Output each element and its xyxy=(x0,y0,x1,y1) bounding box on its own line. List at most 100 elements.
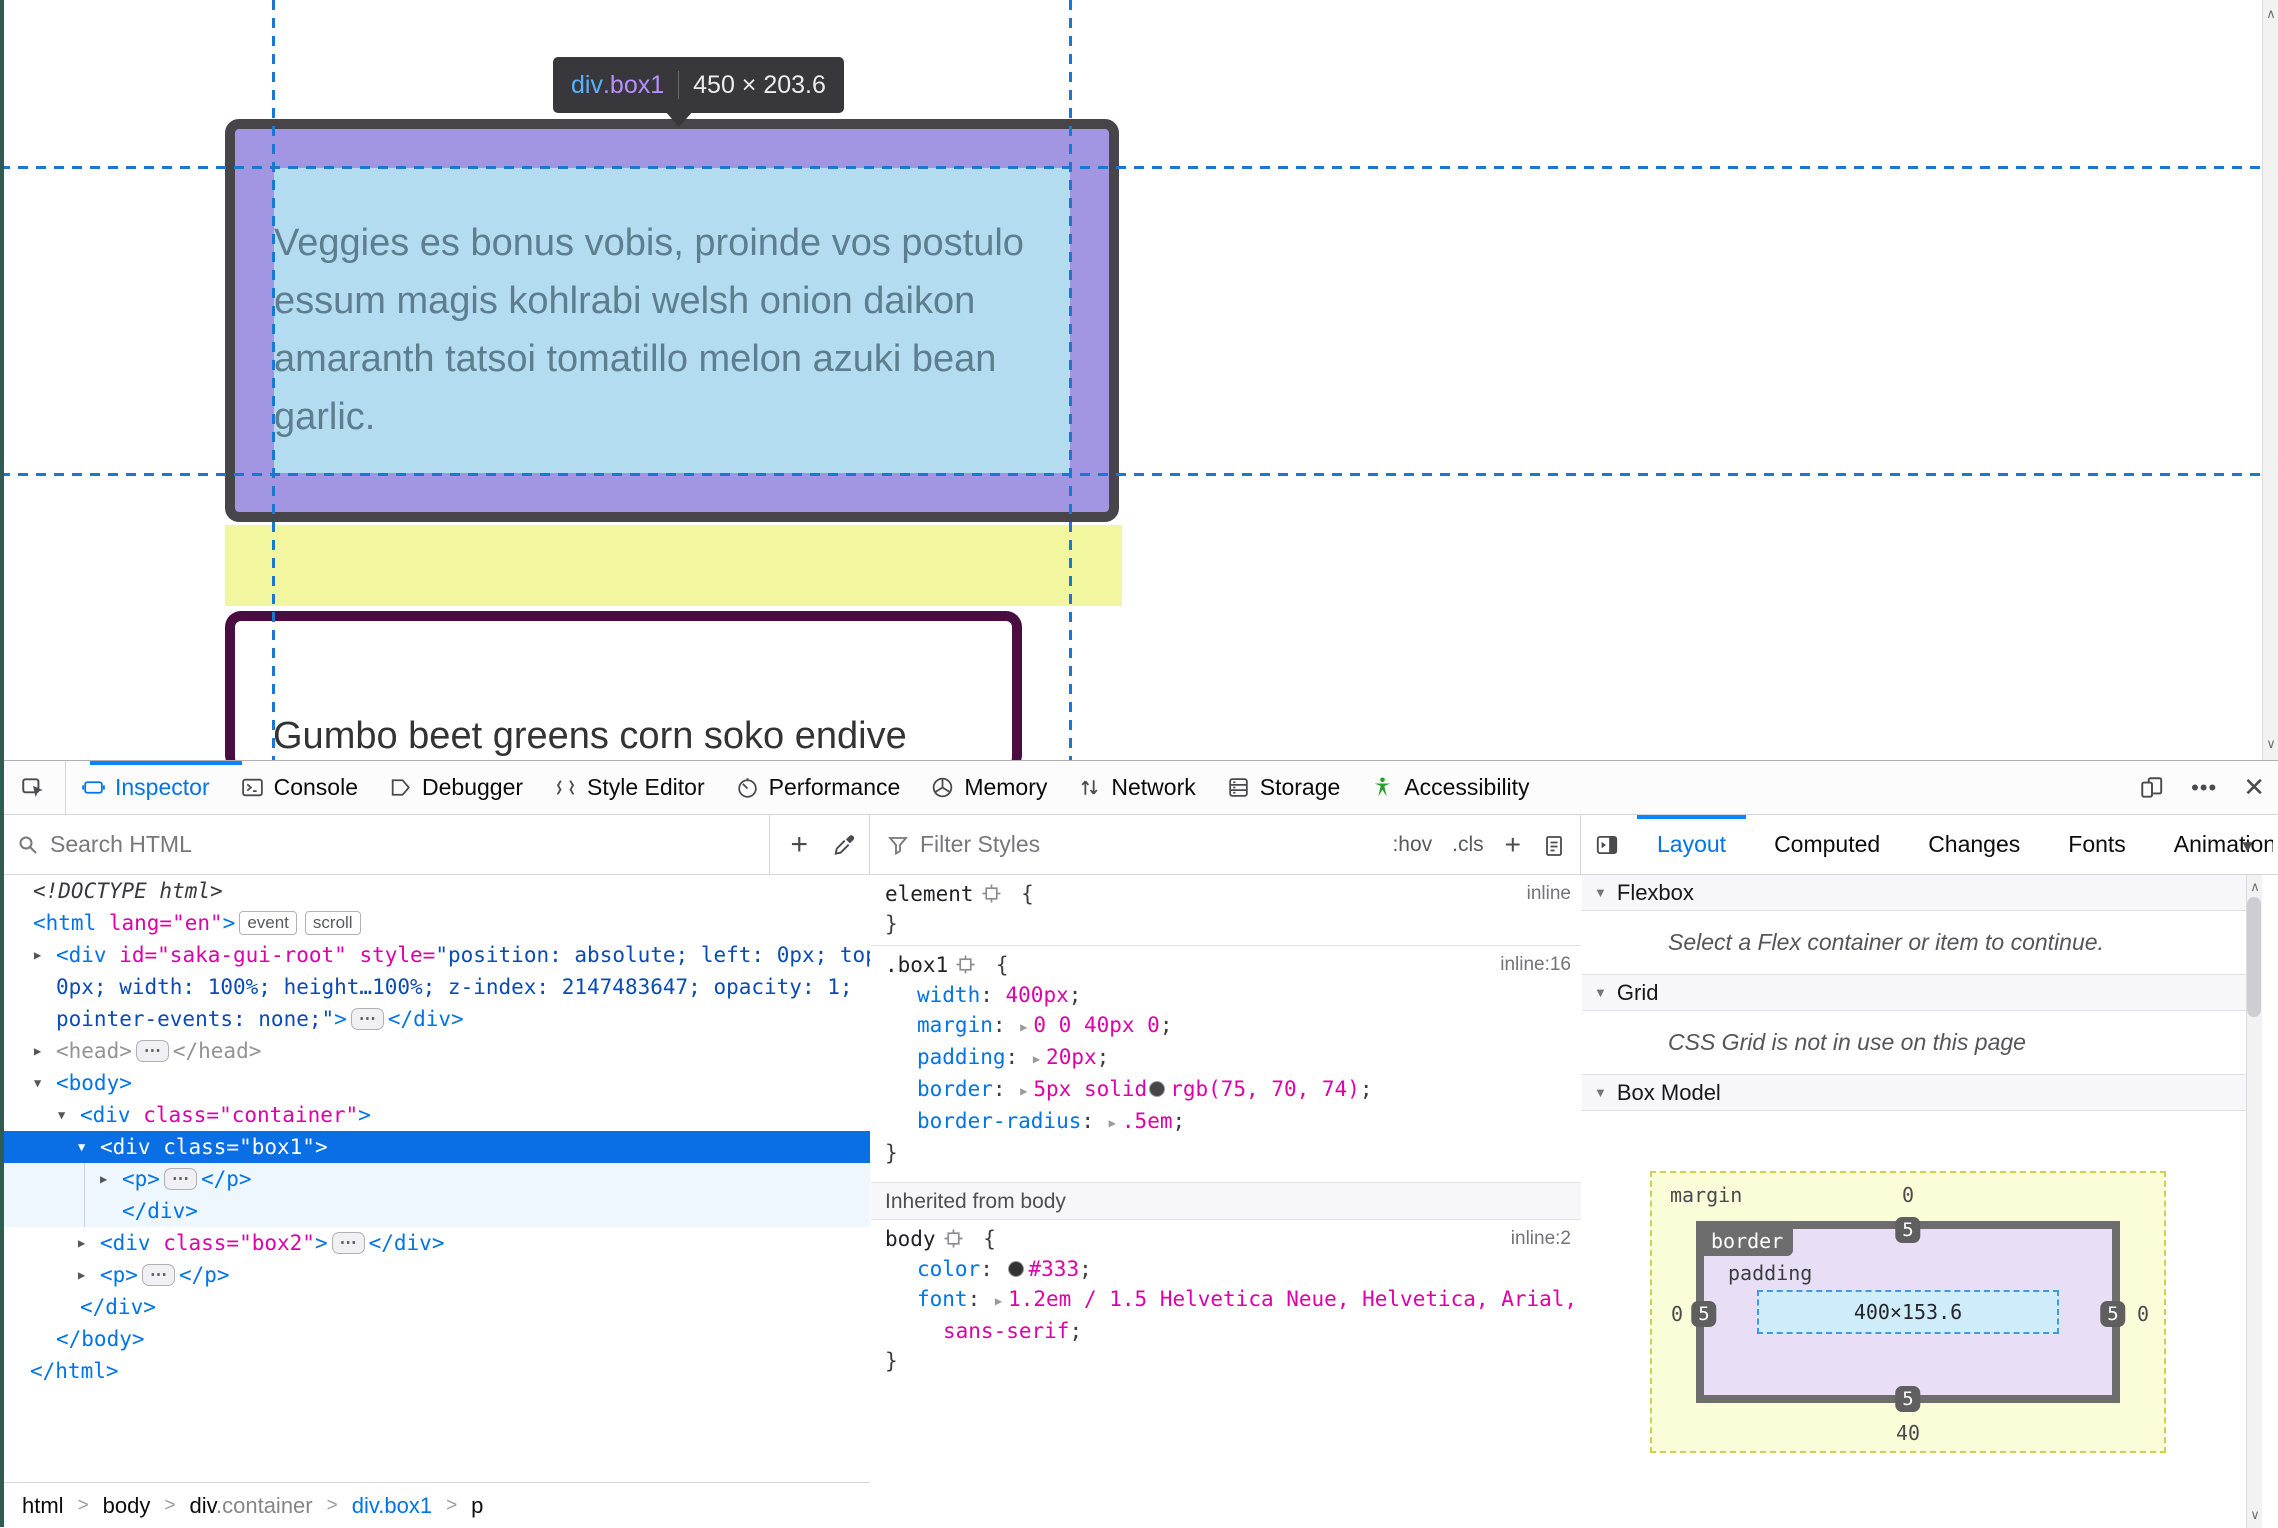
markup-row[interactable]: ▼ <body> xyxy=(0,1067,870,1099)
rule-row[interactable]: .box1 {inline:16 xyxy=(871,950,1581,980)
color-swatch[interactable] xyxy=(1149,1081,1166,1097)
boxmodel-margin-box[interactable]: margin 0 40 0 0 5 5 5 5 20 20 20 20 bord… xyxy=(1650,1171,2166,1453)
rule-row[interactable]: color: #333; xyxy=(871,1254,1581,1284)
scroll-up-icon[interactable]: ∧ xyxy=(2263,6,2278,22)
sidebar-toggle-button[interactable] xyxy=(1581,832,1633,858)
event-badge[interactable]: event xyxy=(239,911,297,935)
devtools-tab-performance[interactable]: Performance xyxy=(720,761,916,814)
create-node-button[interactable]: + xyxy=(778,828,820,862)
expand-shorthand-icon[interactable]: ▶ xyxy=(995,1286,1002,1316)
markup-row[interactable]: ▼ <div class="container"> xyxy=(0,1099,870,1131)
scroll-down-icon[interactable]: ∨ xyxy=(2263,736,2278,752)
rule-row[interactable]: margin: ▶ 0 0 40px 0; xyxy=(871,1010,1581,1042)
responsive-design-mode-button[interactable] xyxy=(2126,775,2178,801)
devtools-tab-storage[interactable]: Storage xyxy=(1211,761,1356,814)
devtools-tab-styleeditor[interactable]: Style Editor xyxy=(538,761,720,814)
markup-row[interactable]: ▶ <p> ⋯ </p> xyxy=(0,1163,870,1195)
devtools-tab-inspector[interactable]: Inspector xyxy=(66,761,225,814)
breadcrumb-item[interactable]: div.container xyxy=(190,1493,313,1519)
inline-expander[interactable]: ⋯ xyxy=(350,1008,384,1030)
markup-row[interactable]: <html lang="en"> event scroll xyxy=(0,907,870,939)
pseudo-class-button[interactable]: :hov xyxy=(1384,833,1440,857)
highlight-selector-icon[interactable] xyxy=(956,955,975,974)
devtools-tab-debugger[interactable]: Debugger xyxy=(373,761,538,814)
rule-source-link[interactable]: inline:2 xyxy=(1511,1224,1571,1254)
element-picker-button[interactable] xyxy=(0,761,66,814)
rule-row[interactable]: border-radius: ▶ .5em; xyxy=(871,1106,1581,1138)
highlight-selector-icon[interactable] xyxy=(944,1229,963,1248)
sidebar-tab-fonts[interactable]: Fonts xyxy=(2044,815,2150,874)
margin-right-value[interactable]: 0 xyxy=(2137,1302,2149,1326)
expand-arrow-icon[interactable]: ▶ xyxy=(34,939,41,971)
markup-row[interactable]: ▶ <div id="saka-gui-root" style="position… xyxy=(0,939,870,971)
add-rule-button[interactable]: + xyxy=(1496,829,1530,861)
inline-expander[interactable]: ⋯ xyxy=(331,1232,365,1254)
collapse-arrow-icon[interactable]: ▼ xyxy=(78,1131,85,1163)
markup-row[interactable]: </html> xyxy=(0,1355,870,1387)
expand-arrow-icon[interactable]: ▶ xyxy=(78,1259,85,1291)
event-badge[interactable]: scroll xyxy=(304,911,361,935)
rule-source-link[interactable]: inline xyxy=(1527,879,1571,909)
highlight-selector-icon[interactable] xyxy=(982,884,1001,903)
markup-row[interactable]: <!DOCTYPE html> xyxy=(0,875,870,907)
devtools-tab-memory[interactable]: Memory xyxy=(915,761,1062,814)
collapse-arrow-icon[interactable]: ▼ xyxy=(58,1099,65,1131)
expand-shorthand-icon[interactable]: ▶ xyxy=(1033,1044,1040,1074)
expand-arrow-icon[interactable]: ▶ xyxy=(34,1035,41,1067)
margin-left-value[interactable]: 0 xyxy=(1671,1302,1683,1326)
rule-row[interactable]: body {inline:2 xyxy=(871,1224,1581,1254)
boxmodel-content-box[interactable]: 400×153.6 xyxy=(1757,1290,2059,1334)
markup-row[interactable]: ▼ <div class="box1"> xyxy=(0,1131,870,1163)
expand-shorthand-icon[interactable]: ▶ xyxy=(1109,1108,1116,1138)
sidebar-tab-changes[interactable]: Changes xyxy=(1904,815,2044,874)
markup-row[interactable]: 0px; width: 100%; height…100%; z-index: … xyxy=(0,971,870,1003)
markup-row[interactable]: </div> xyxy=(0,1195,870,1227)
markup-row[interactable]: ▶ <div class="box2"> ⋯ </div> xyxy=(0,1227,870,1259)
grid-section-header[interactable]: ▼ Grid xyxy=(1582,975,2262,1011)
flexbox-section-header[interactable]: ▼ Flexbox xyxy=(1582,875,2262,911)
rule-row[interactable]: } xyxy=(871,1346,1581,1376)
boxmodel-section-header[interactable]: ▼ Box Model xyxy=(1582,1075,2262,1111)
class-toggle-button[interactable]: .cls xyxy=(1444,833,1492,857)
rule-row[interactable]: width: 400px; xyxy=(871,980,1581,1010)
eyedropper-button[interactable] xyxy=(820,828,869,862)
expand-arrow-icon[interactable]: ▶ xyxy=(78,1227,85,1259)
expand-shorthand-icon[interactable]: ▶ xyxy=(1020,1076,1027,1106)
devtools-tab-network[interactable]: Network xyxy=(1062,761,1210,814)
rule-row[interactable]: sans-serif; xyxy=(871,1316,1581,1346)
scroll-up-icon[interactable]: ∧ xyxy=(2247,879,2262,895)
border-right-value[interactable]: 5 xyxy=(2100,1301,2126,1327)
breadcrumb-item[interactable]: body xyxy=(103,1493,151,1519)
sidebar-tab-computed[interactable]: Computed xyxy=(1750,815,1904,874)
margin-bottom-value[interactable]: 40 xyxy=(1896,1421,1920,1445)
rule-row[interactable]: padding: ▶ 20px; xyxy=(871,1042,1581,1074)
border-bottom-value[interactable]: 5 xyxy=(1895,1386,1921,1412)
markup-row[interactable]: </div> xyxy=(0,1291,870,1323)
more-options-button[interactable]: ••• xyxy=(2178,775,2230,801)
search-input[interactable] xyxy=(50,831,610,858)
breadcrumb-item[interactable]: html xyxy=(22,1493,64,1519)
rule-row[interactable]: } xyxy=(871,909,1581,939)
markup-row[interactable]: pointer-events: none;"> ⋯ </div> xyxy=(0,1003,870,1035)
expand-shorthand-icon[interactable]: ▶ xyxy=(1020,1012,1027,1042)
rule-row[interactable]: } xyxy=(871,1138,1581,1168)
breadcrumb-item[interactable]: div.box1 xyxy=(352,1493,432,1519)
collapse-arrow-icon[interactable]: ▼ xyxy=(34,1067,41,1099)
rule-source-link[interactable]: inline:16 xyxy=(1500,950,1571,980)
margin-top-value[interactable]: 0 xyxy=(1902,1183,1914,1207)
print-simulation-button[interactable] xyxy=(1534,829,1574,861)
filter-placeholder[interactable]: Filter Styles xyxy=(920,831,1040,858)
scroll-down-icon[interactable]: ∨ xyxy=(2247,1507,2262,1523)
all-tabs-caret-icon[interactable]: ▼ xyxy=(2239,837,2256,857)
sidebar-tab-layout[interactable]: Layout xyxy=(1633,815,1750,874)
page-scrollbar[interactable]: ∧ ∨ xyxy=(2262,0,2278,760)
color-swatch[interactable] xyxy=(1007,1261,1024,1277)
rule-row[interactable]: element {inline xyxy=(871,879,1581,909)
close-devtools-button[interactable]: ✕ xyxy=(2230,772,2278,803)
inline-expander[interactable]: ⋯ xyxy=(141,1264,175,1286)
devtools-tab-accessibility[interactable]: Accessibility xyxy=(1355,761,1544,814)
markup-row[interactable]: ▶ <p> ⋯ </p> xyxy=(0,1259,870,1291)
devtools-tab-console[interactable]: Console xyxy=(225,761,373,814)
border-top-value[interactable]: 5 xyxy=(1895,1217,1921,1243)
rule-row[interactable]: font: ▶ 1.2em / 1.5 Helvetica Neue, Helve… xyxy=(871,1284,1581,1316)
